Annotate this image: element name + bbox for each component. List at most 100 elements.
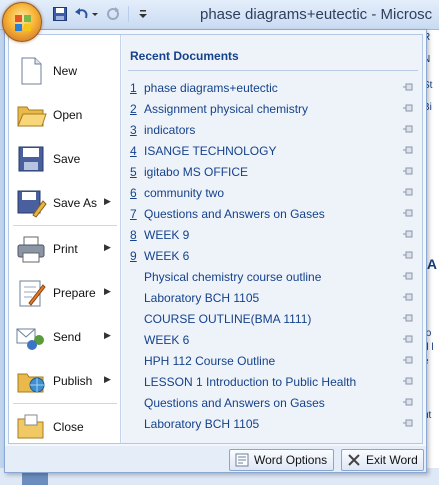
recent-document-name: igitabo MS OFFICE (144, 165, 249, 179)
submenu-arrow-icon: ▶ (104, 286, 111, 296)
recent-document-item[interactable]: 5 igitabo MS OFFICE (122, 161, 422, 182)
menu-label: Print (53, 242, 78, 256)
pin-icon[interactable] (403, 418, 415, 428)
office-menu-body: New Open Save Save As ▶ Print ▶ Prepare … (8, 34, 423, 444)
pin-icon[interactable] (403, 103, 415, 113)
menu-label: Save As (53, 196, 98, 210)
publish-icon (17, 373, 45, 393)
recent-title-divider (128, 70, 418, 71)
recent-document-item[interactable]: 4 ISANGE TECHNOLOGY (122, 140, 422, 161)
recent-document-name: indicators (144, 123, 196, 137)
recent-document-item[interactable]: Questions and Answers on Gases (122, 392, 422, 413)
recent-document-item[interactable]: HPH 112 Course Outline (122, 350, 422, 371)
customize-toolbar-icon[interactable] (138, 6, 148, 22)
recent-document-name: Assignment physical chemistry (144, 102, 309, 116)
quick-save-icon[interactable] (53, 6, 67, 22)
save-as-icon (17, 190, 47, 218)
pin-icon[interactable] (403, 292, 415, 302)
title-bar: phase diagrams+eutectic - Microsc (0, 0, 439, 42)
menu-label: Prepare (53, 286, 96, 300)
options-icon (235, 453, 249, 467)
save-disk-icon (18, 146, 44, 172)
undo-icon[interactable] (74, 6, 90, 22)
recent-document-name: WEEK 6 (144, 333, 190, 347)
menu-item-save[interactable]: Save (9, 139, 120, 179)
pin-icon[interactable] (403, 82, 415, 92)
pin-icon[interactable] (403, 313, 415, 323)
recent-document-number: 6 (130, 186, 137, 200)
redo-icon[interactable] (105, 6, 121, 22)
submenu-arrow-icon: ▶ (104, 330, 111, 340)
menu-item-save-as[interactable]: Save As ▶ (9, 183, 120, 223)
recent-document-number: 7 (130, 207, 137, 221)
menu-label: Publish (53, 374, 93, 388)
menu-separator (13, 403, 117, 404)
menu-item-new[interactable]: New (9, 51, 120, 91)
recent-document-item[interactable]: 7 Questions and Answers on Gases (122, 203, 422, 224)
recent-document-item[interactable]: LESSON 1 Introduction to Public Health (122, 371, 422, 392)
menu-item-publish[interactable]: Publish ▶ (9, 361, 120, 401)
recent-document-item[interactable]: COURSE OUTLINE(BMA 1111) (122, 308, 422, 329)
pin-icon[interactable] (403, 355, 415, 365)
pin-icon[interactable] (403, 187, 415, 197)
office-button[interactable] (2, 2, 42, 42)
recent-document-item[interactable]: 3 indicators (122, 119, 422, 140)
recent-document-item[interactable]: WEEK 6 (122, 329, 422, 350)
pin-icon[interactable] (403, 397, 415, 407)
exit-word-label: Exit Word (366, 453, 418, 467)
pin-icon[interactable] (403, 229, 415, 239)
menu-item-prepare[interactable]: Prepare ▶ (9, 273, 120, 313)
menu-item-send[interactable]: Send ▶ (9, 317, 120, 357)
pin-icon[interactable] (403, 124, 415, 134)
menu-label: New (53, 64, 78, 78)
recent-document-number: 1 (130, 81, 137, 95)
command-list: New Open Save Save As ▶ Print ▶ Prepare … (9, 35, 121, 443)
recent-document-number: 2 (130, 102, 137, 116)
menu-item-open[interactable]: Open (9, 95, 120, 135)
pin-icon[interactable] (403, 145, 415, 155)
pin-icon[interactable] (403, 376, 415, 386)
pin-icon[interactable] (403, 334, 415, 344)
menu-item-print[interactable]: Print ▶ (9, 229, 120, 269)
recent-document-name: Physical chemistry course outline (144, 270, 322, 284)
recent-document-item[interactable]: Laboratory BCH 1105 (122, 287, 422, 308)
recent-document-item[interactable]: 2 Assignment physical chemistry (122, 98, 422, 119)
recent-document-name: WEEK 9 (144, 228, 190, 242)
printer-icon (17, 236, 45, 263)
pin-icon[interactable] (403, 208, 415, 218)
recent-document-item[interactable]: 9 WEEK 6 (122, 245, 422, 266)
menu-separator (13, 225, 117, 226)
prepare-icon (19, 280, 46, 307)
recent-document-name: phase diagrams+eutectic (144, 81, 278, 95)
menu-item-close[interactable]: Close (9, 407, 120, 447)
pin-icon[interactable] (403, 271, 415, 281)
submenu-arrow-icon: ▶ (104, 242, 111, 252)
recent-document-item[interactable]: Laboratory BCH 1105 (122, 413, 422, 434)
submenu-arrow-icon: ▶ (104, 196, 111, 206)
word-options-label: Word Options (254, 453, 328, 467)
recent-document-number: 3 (130, 123, 137, 137)
recent-document-number: 8 (130, 228, 137, 242)
menu-label: Open (53, 108, 83, 122)
close-folder-icon (17, 414, 44, 439)
undo-dropdown-icon[interactable] (92, 6, 98, 22)
pin-icon[interactable] (403, 250, 415, 260)
recent-document-item[interactable]: Physical chemistry course outline (122, 266, 422, 287)
recent-document-item[interactable]: 6 community two (122, 182, 422, 203)
office-logo-icon (15, 15, 31, 31)
recent-document-name: Questions and Answers on Gases (144, 396, 325, 410)
recent-documents-panel: Recent Documents 1 phase diagrams+eutecti… (122, 35, 422, 443)
recent-document-item[interactable]: 1 phase diagrams+eutectic (122, 77, 422, 98)
recent-documents-title: Recent Documents (130, 49, 239, 63)
pin-icon[interactable] (403, 166, 415, 176)
exit-word-button[interactable]: Exit Word (341, 449, 424, 471)
recent-document-name: WEEK 6 (144, 249, 190, 263)
recent-document-number: 4 (130, 144, 137, 158)
recent-document-name: LESSON 1 Introduction to Public Health (144, 375, 357, 389)
recent-document-item[interactable]: 8 WEEK 9 (122, 224, 422, 245)
word-options-button[interactable]: Word Options (229, 449, 334, 471)
recent-document-name: Laboratory BCH 1105 (144, 291, 260, 305)
submenu-arrow-icon: ▶ (104, 374, 111, 384)
exit-x-icon (348, 454, 360, 466)
menu-label: Send (53, 330, 82, 344)
